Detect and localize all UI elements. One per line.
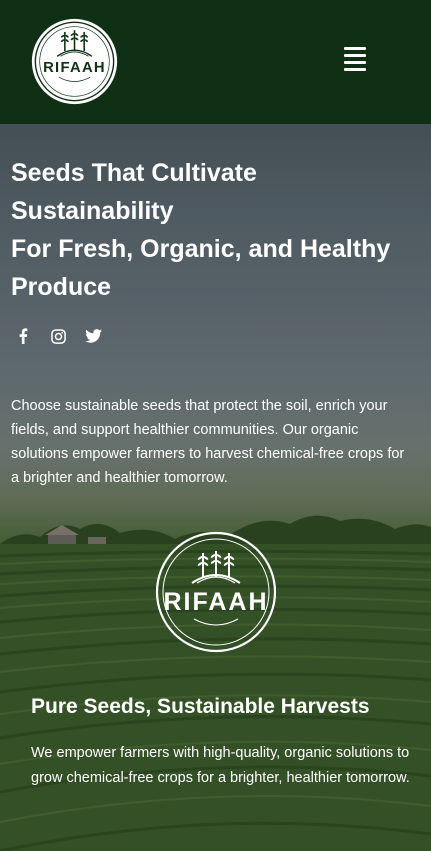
hamburger-menu-icon: [344, 47, 372, 71]
site-header: RIFAAH: [0, 0, 431, 124]
twitter-icon[interactable]: [84, 327, 102, 345]
logo-text: RIFAAH: [43, 60, 106, 76]
section-text: We empower farmers with high-quality, or…: [31, 745, 410, 786]
social-links: [14, 324, 102, 348]
instagram-icon[interactable]: [49, 327, 67, 345]
hero-title: Seeds That Cultivate Sustainability For …: [11, 159, 391, 301]
rifaah-logo[interactable]: RIFAAH: [31, 18, 118, 105]
menu-button[interactable]: [344, 47, 372, 75]
hero-description: Choose sustainable seeds that protect th…: [11, 398, 405, 486]
section-title: Pure Seeds, Sustainable Harvests: [31, 695, 370, 718]
logo-large-text: RIFAAH: [163, 588, 268, 616]
rifaah-logo-large: RIFAAH: [155, 531, 277, 653]
facebook-icon[interactable]: [14, 327, 32, 345]
